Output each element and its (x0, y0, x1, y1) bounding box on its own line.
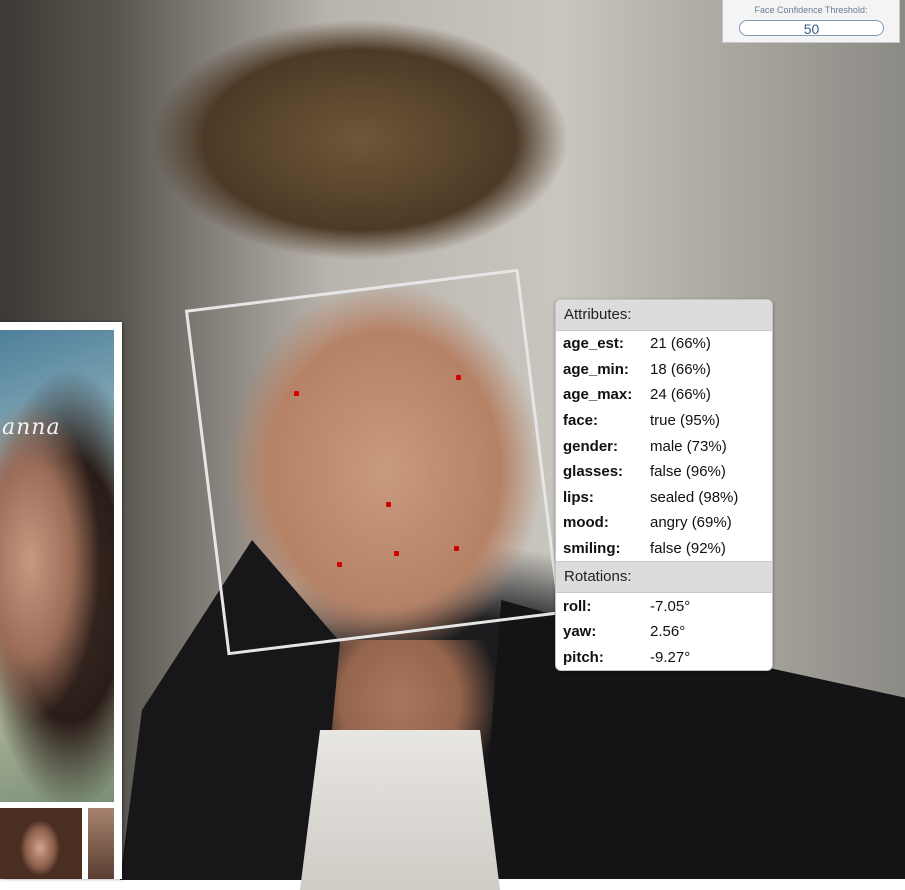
attribute-value: sealed (98%) (650, 488, 739, 506)
attribute-value: true (95%) (650, 412, 721, 430)
threshold-input[interactable]: 50 (739, 20, 884, 37)
attribute-key: age_min: (563, 360, 629, 378)
face-detection-box (184, 268, 562, 656)
attribute-row: age_est: 21 (66%) (556, 331, 772, 357)
attribute-key: face: (563, 412, 599, 430)
attribute-key: glasses: (563, 463, 624, 481)
attribute-value: 24 (66%) (650, 386, 711, 404)
threshold-widget: Face Confidence Threshold: 50 (722, 0, 900, 43)
attribute-row: mood: angry (69%) (556, 510, 772, 536)
attribute-value: 21 (66%) (650, 335, 711, 353)
photo-tshirt (300, 730, 500, 890)
attribute-row: glasses: false (96%) (556, 459, 772, 485)
attribute-value: 2.56° (650, 623, 686, 641)
attribute-value: male (73%) (650, 437, 727, 455)
side-portrait-image: anna (0, 330, 114, 802)
attribute-value: 18 (66%) (650, 360, 711, 378)
side-thumbnail[interactable] (0, 808, 82, 879)
attribute-row: age_max: 24 (66%) (556, 382, 772, 408)
attributes-card: Attributes: age_est: 21 (66%) age_min: 18 (… (555, 299, 773, 671)
rotations-list: roll: -7.05° yaw: 2.56° pitch: -9.27° (556, 593, 772, 670)
attribute-row: face: true (95%) (556, 408, 772, 434)
landmark-point-mouth-left (337, 562, 342, 567)
threshold-label: Face Confidence Threshold: (754, 5, 868, 15)
attribute-key: pitch: (563, 648, 604, 666)
attribute-key: lips: (563, 488, 594, 506)
attribute-key: smiling: (563, 540, 621, 558)
attribute-row: roll: -7.05° (556, 593, 772, 619)
attributes-header: Attributes: (556, 300, 772, 331)
attribute-row: gender: male (73%) (556, 433, 772, 459)
side-photo-panel: anna (0, 322, 122, 879)
attribute-key: gender: (563, 437, 619, 455)
side-thumbnail[interactable] (88, 808, 114, 879)
attribute-value: false (92%) (650, 540, 726, 558)
attribute-row: lips: sealed (98%) (556, 485, 772, 511)
attribute-key: age_max: (563, 386, 633, 404)
landmark-point-nose (386, 502, 391, 507)
attribute-key: roll: (563, 597, 592, 615)
landmark-point-mouth-right (454, 546, 459, 551)
attributes-list: age_est: 21 (66%) age_min: 18 (66%) age_max:… (556, 331, 772, 561)
attribute-row: smiling: false (92%) (556, 536, 772, 562)
rotations-header: Rotations: (556, 561, 772, 594)
attribute-key: mood: (563, 514, 609, 532)
landmark-point-right-eye (456, 375, 461, 380)
landmark-point-left-eye (294, 391, 299, 396)
attribute-key: age_est: (563, 335, 624, 353)
attribute-value: angry (69%) (650, 514, 732, 532)
landmark-point-mouth-center (394, 551, 399, 556)
attribute-row: pitch: -9.27° (556, 645, 772, 670)
attribute-key: yaw: (563, 623, 597, 641)
attribute-value: -9.27° (650, 648, 691, 666)
side-script-text: anna (2, 415, 61, 440)
attribute-row: age_min: 18 (66%) (556, 357, 772, 383)
attribute-value: -7.05° (650, 597, 691, 615)
attribute-value: false (96%) (650, 463, 726, 481)
attribute-row: yaw: 2.56° (556, 619, 772, 645)
